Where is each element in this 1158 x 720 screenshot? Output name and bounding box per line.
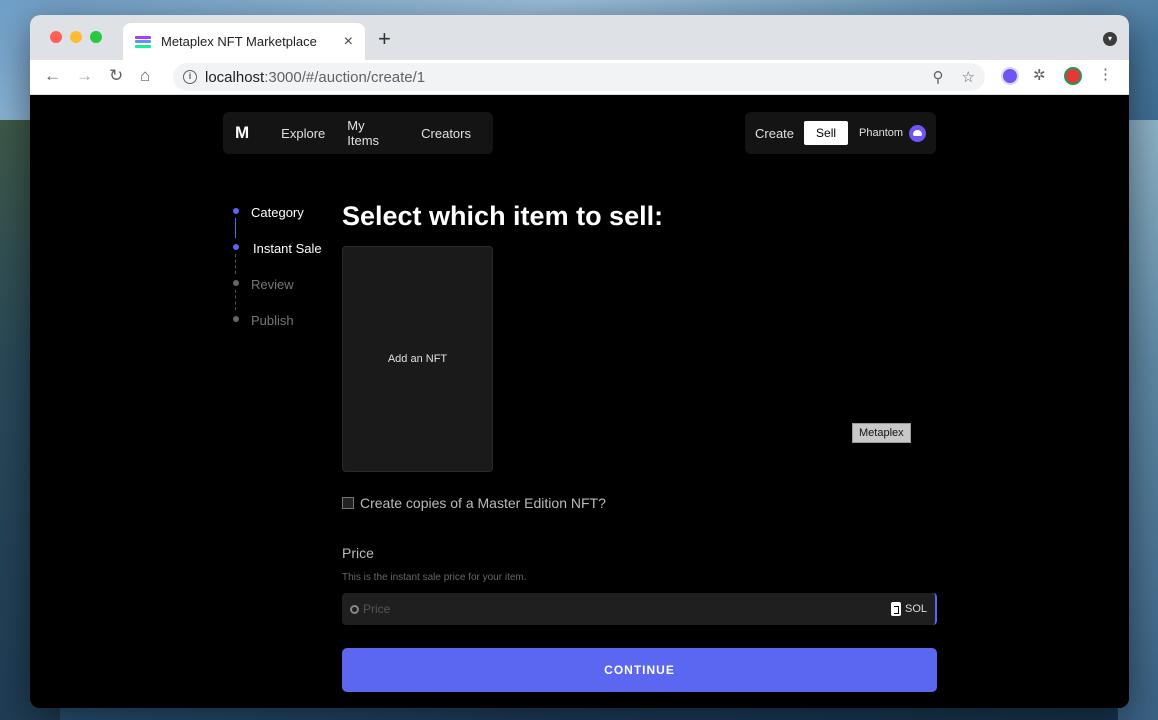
browser-tab[interactable]: Metaplex NFT Marketplace ×	[123, 23, 365, 60]
metaplex-logo[interactable]: M	[235, 123, 249, 143]
forward-arrow-icon[interactable]: →	[76, 66, 93, 86]
tab-title: Metaplex NFT Marketplace	[161, 34, 317, 49]
page-content: M Explore My Items Creators Create Sell …	[30, 95, 1129, 708]
step-publish[interactable]: Publish	[230, 313, 322, 349]
master-edition-checkbox[interactable]	[342, 497, 354, 509]
phantom-extension-icon[interactable]	[1001, 67, 1019, 85]
step-dot	[233, 280, 239, 286]
menu-kebab-icon[interactable]: ⋮	[1098, 65, 1116, 83]
step-dot	[233, 244, 239, 250]
maximize-window-button[interactable]	[90, 31, 102, 43]
solana-favicon-icon	[135, 34, 151, 50]
add-nft-label: Add an NFT	[387, 353, 448, 365]
add-nft-card[interactable]: Add an NFT	[342, 246, 493, 472]
new-tab-button[interactable]: +	[378, 26, 391, 52]
price-prefix-icon	[350, 604, 359, 614]
wallet-name[interactable]: Phantom	[859, 127, 903, 139]
browser-window: Metaplex NFT Marketplace × + ▾ ← → ↻ ⌂ i…	[30, 15, 1129, 708]
step-connector	[235, 218, 236, 238]
price-input-wrapper[interactable]: SOL	[342, 593, 937, 625]
url-host: localhost	[205, 68, 265, 86]
step-label: Review	[251, 277, 294, 292]
step-connector	[235, 254, 236, 274]
main-nav: M Explore My Items Creators	[223, 112, 493, 154]
step-dot	[233, 208, 239, 214]
tab-search-icon[interactable]: ▾	[1103, 32, 1117, 46]
back-arrow-icon[interactable]: ←	[44, 66, 61, 86]
reload-icon[interactable]: ↻	[109, 66, 123, 86]
step-connector	[235, 290, 236, 310]
step-dot	[233, 316, 239, 322]
browser-toolbar: ← → ↻ ⌂ i localhost :3000/#/auction/crea…	[30, 60, 1129, 95]
step-label: Publish	[251, 313, 294, 328]
price-input[interactable]	[363, 602, 891, 616]
step-category[interactable]: Category	[230, 205, 322, 241]
currency-label: SOL	[904, 603, 927, 615]
step-review[interactable]: Review	[230, 277, 322, 313]
currency-suffix: SOL	[890, 602, 927, 616]
info-icon[interactable]: i	[183, 70, 197, 84]
url-path: :3000/#/auction/create/1	[264, 68, 426, 86]
create-link[interactable]: Create	[755, 126, 794, 141]
master-edition-option[interactable]: Create copies of a Master Edition NFT?	[342, 495, 606, 511]
metaplex-tooltip: Metaplex	[852, 423, 911, 443]
zoom-icon[interactable]: ⚲	[933, 68, 944, 86]
tab-close-icon[interactable]: ×	[344, 33, 353, 51]
close-window-button[interactable]	[50, 31, 62, 43]
nav-my-items[interactable]: My Items	[347, 118, 399, 148]
tab-bar: Metaplex NFT Marketplace × + ▾	[30, 15, 1129, 60]
page-title: Select which item to sell:	[342, 201, 664, 231]
extensions-puzzle-icon[interactable]: ✲	[1033, 66, 1051, 84]
nav-explore[interactable]: Explore	[281, 126, 325, 141]
bookmark-star-icon[interactable]: ☆	[962, 68, 975, 86]
price-help-text: This is the instant sale price for your …	[342, 572, 527, 583]
minimize-window-button[interactable]	[70, 31, 82, 43]
sell-button[interactable]: Sell	[804, 121, 849, 145]
profile-avatar[interactable]	[1064, 67, 1082, 85]
address-bar[interactable]: i localhost :3000/#/auction/create/1 ⚲ ☆	[173, 63, 985, 91]
nav-creators[interactable]: Creators	[421, 126, 471, 141]
sol-icon	[890, 602, 901, 616]
step-progress: Category Instant Sale Review Publish	[230, 205, 322, 349]
continue-button[interactable]: CONTINUE	[342, 648, 937, 692]
step-label: Category	[251, 205, 304, 220]
phantom-wallet-icon[interactable]	[909, 124, 927, 142]
master-edition-label: Create copies of a Master Edition NFT?	[360, 495, 606, 511]
step-label: Instant Sale	[253, 241, 322, 256]
price-label: Price	[342, 545, 374, 561]
action-nav: Create Sell Phantom	[745, 112, 936, 154]
home-icon[interactable]: ⌂	[140, 66, 150, 86]
step-instant-sale[interactable]: Instant Sale	[230, 241, 322, 277]
